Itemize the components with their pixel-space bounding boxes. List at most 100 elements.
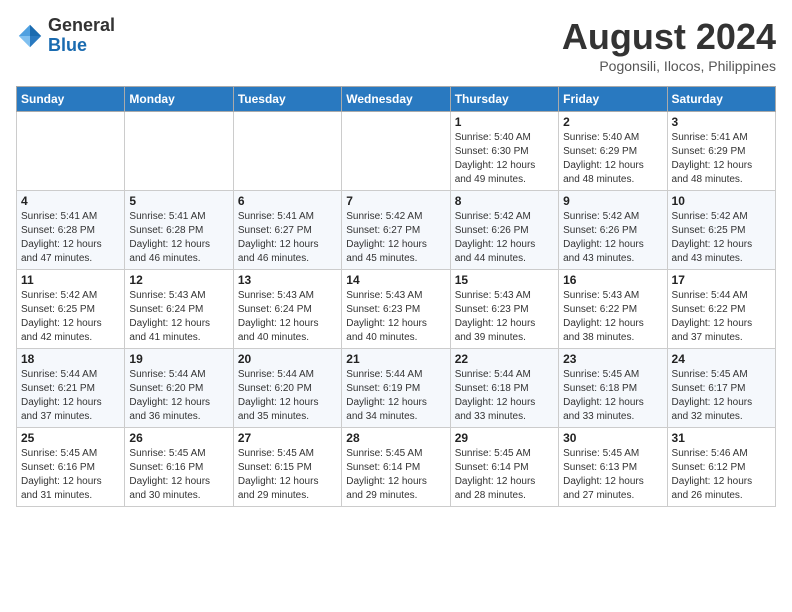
day-info: Sunrise: 5:45 AMSunset: 6:14 PMDaylight:…: [455, 447, 554, 503]
title-block: August 2024 Pogonsili, Ilocos, Philippin…: [562, 16, 776, 74]
day-number: 31: [672, 431, 771, 445]
day-number: 22: [455, 352, 554, 366]
day-info: Sunrise: 5:44 AMSunset: 6:18 PMDaylight:…: [455, 368, 554, 424]
calendar-cell: 6 Sunrise: 5:41 AMSunset: 6:27 PMDaylight…: [233, 191, 341, 270]
day-info: Sunrise: 5:41 AMSunset: 6:27 PMDaylight:…: [238, 210, 337, 266]
calendar-cell: 31 Sunrise: 5:46 AMSunset: 6:12 PMDayligh…: [667, 428, 775, 507]
column-header-wednesday: Wednesday: [342, 87, 450, 112]
column-header-saturday: Saturday: [667, 87, 775, 112]
day-number: 5: [129, 194, 228, 208]
calendar-cell: 10Sunrise: 5:42 AMSunset: 6:25 PMDayligh…: [667, 191, 775, 270]
calendar-cell: 26 Sunrise: 5:45 AMSunset: 6:16 PMDayligh…: [125, 428, 233, 507]
day-info: Sunrise: 5:40 AMSunset: 6:30 PMDaylight:…: [455, 131, 554, 187]
day-info: Sunrise: 5:45 AMSunset: 6:13 PMDaylight:…: [563, 447, 662, 503]
day-number: 27: [238, 431, 337, 445]
day-number: 26: [129, 431, 228, 445]
calendar-cell: [233, 112, 341, 191]
column-header-thursday: Thursday: [450, 87, 558, 112]
column-header-friday: Friday: [559, 87, 667, 112]
calendar-week-row: 1Sunrise: 5:40 AMSunset: 6:30 PMDaylight…: [17, 112, 776, 191]
calendar-week-row: 4Sunrise: 5:41 AMSunset: 6:28 PMDaylight…: [17, 191, 776, 270]
calendar-cell: 5 Sunrise: 5:41 AMSunset: 6:28 PMDaylight…: [125, 191, 233, 270]
day-info: Sunrise: 5:44 AMSunset: 6:21 PMDaylight:…: [21, 368, 120, 424]
calendar-cell: 21 Sunrise: 5:44 AMSunset: 6:19 PMDayligh…: [342, 349, 450, 428]
day-number: 2: [563, 115, 662, 129]
calendar-cell: 19 Sunrise: 5:44 AMSunset: 6:20 PMDayligh…: [125, 349, 233, 428]
calendar-cell: 16 Sunrise: 5:43 AMSunset: 6:22 PMDayligh…: [559, 270, 667, 349]
day-number: 28: [346, 431, 445, 445]
calendar-cell: 17 Sunrise: 5:44 AMSunset: 6:22 PMDayligh…: [667, 270, 775, 349]
day-info: Sunrise: 5:43 AMSunset: 6:24 PMDaylight:…: [129, 289, 228, 345]
logo-blue-text: Blue: [48, 35, 87, 55]
day-number: 13: [238, 273, 337, 287]
day-info: Sunrise: 5:44 AMSunset: 6:20 PMDaylight:…: [129, 368, 228, 424]
day-number: 15: [455, 273, 554, 287]
day-info: Sunrise: 5:42 AMSunset: 6:25 PMDaylight:…: [21, 289, 120, 345]
day-number: 8: [455, 194, 554, 208]
month-year-title: August 2024: [562, 16, 776, 58]
logo: General Blue: [16, 16, 115, 56]
day-number: 3: [672, 115, 771, 129]
day-info: Sunrise: 5:46 AMSunset: 6:12 PMDaylight:…: [672, 447, 771, 503]
logo-general-text: General: [48, 15, 115, 35]
day-info: Sunrise: 5:41 AMSunset: 6:28 PMDaylight:…: [21, 210, 120, 266]
day-info: Sunrise: 5:45 AMSunset: 6:16 PMDaylight:…: [21, 447, 120, 503]
day-number: 12: [129, 273, 228, 287]
day-info: Sunrise: 5:45 AMSunset: 6:17 PMDaylight:…: [672, 368, 771, 424]
day-number: 14: [346, 273, 445, 287]
day-number: 18: [21, 352, 120, 366]
calendar-body: 1Sunrise: 5:40 AMSunset: 6:30 PMDaylight…: [17, 112, 776, 507]
calendar-header-row: SundayMondayTuesdayWednesdayThursdayFrid…: [17, 87, 776, 112]
day-number: 9: [563, 194, 662, 208]
calendar-cell: 29Sunrise: 5:45 AMSunset: 6:14 PMDayligh…: [450, 428, 558, 507]
day-number: 7: [346, 194, 445, 208]
day-number: 23: [563, 352, 662, 366]
calendar-cell: 20 Sunrise: 5:44 AMSunset: 6:20 PMDayligh…: [233, 349, 341, 428]
calendar-cell: 27Sunrise: 5:45 AMSunset: 6:15 PMDayligh…: [233, 428, 341, 507]
column-header-monday: Monday: [125, 87, 233, 112]
day-number: 6: [238, 194, 337, 208]
day-info: Sunrise: 5:45 AMSunset: 6:14 PMDaylight:…: [346, 447, 445, 503]
day-number: 11: [21, 273, 120, 287]
day-info: Sunrise: 5:43 AMSunset: 6:23 PMDaylight:…: [346, 289, 445, 345]
day-number: 20: [238, 352, 337, 366]
calendar-cell: 30 Sunrise: 5:45 AMSunset: 6:13 PMDayligh…: [559, 428, 667, 507]
logo-icon: [16, 22, 44, 50]
calendar-week-row: 25Sunrise: 5:45 AMSunset: 6:16 PMDayligh…: [17, 428, 776, 507]
calendar-cell: 11 Sunrise: 5:42 AMSunset: 6:25 PMDayligh…: [17, 270, 125, 349]
calendar-cell: [125, 112, 233, 191]
calendar-cell: 28 Sunrise: 5:45 AMSunset: 6:14 PMDayligh…: [342, 428, 450, 507]
day-info: Sunrise: 5:41 AMSunset: 6:29 PMDaylight:…: [672, 131, 771, 187]
day-info: Sunrise: 5:44 AMSunset: 6:20 PMDaylight:…: [238, 368, 337, 424]
day-number: 24: [672, 352, 771, 366]
day-number: 17: [672, 273, 771, 287]
day-info: Sunrise: 5:41 AMSunset: 6:28 PMDaylight:…: [129, 210, 228, 266]
day-info: Sunrise: 5:42 AMSunset: 6:26 PMDaylight:…: [563, 210, 662, 266]
day-info: Sunrise: 5:44 AMSunset: 6:22 PMDaylight:…: [672, 289, 771, 345]
calendar-cell: 23 Sunrise: 5:45 AMSunset: 6:18 PMDayligh…: [559, 349, 667, 428]
day-info: Sunrise: 5:44 AMSunset: 6:19 PMDaylight:…: [346, 368, 445, 424]
day-number: 19: [129, 352, 228, 366]
column-header-sunday: Sunday: [17, 87, 125, 112]
day-number: 30: [563, 431, 662, 445]
calendar-cell: 2Sunrise: 5:40 AMSunset: 6:29 PMDaylight…: [559, 112, 667, 191]
column-header-tuesday: Tuesday: [233, 87, 341, 112]
day-number: 16: [563, 273, 662, 287]
calendar-cell: 24 Sunrise: 5:45 AMSunset: 6:17 PMDayligh…: [667, 349, 775, 428]
page-header: General Blue August 2024 Pogonsili, Iloc…: [16, 16, 776, 74]
calendar-cell: 4Sunrise: 5:41 AMSunset: 6:28 PMDaylight…: [17, 191, 125, 270]
calendar-cell: 14 Sunrise: 5:43 AMSunset: 6:23 PMDayligh…: [342, 270, 450, 349]
calendar-cell: 25Sunrise: 5:45 AMSunset: 6:16 PMDayligh…: [17, 428, 125, 507]
calendar-cell: 22 Sunrise: 5:44 AMSunset: 6:18 PMDayligh…: [450, 349, 558, 428]
day-info: Sunrise: 5:42 AMSunset: 6:26 PMDaylight:…: [455, 210, 554, 266]
calendar-table: SundayMondayTuesdayWednesdayThursdayFrid…: [16, 86, 776, 507]
calendar-cell: [342, 112, 450, 191]
day-info: Sunrise: 5:43 AMSunset: 6:22 PMDaylight:…: [563, 289, 662, 345]
calendar-cell: 1Sunrise: 5:40 AMSunset: 6:30 PMDaylight…: [450, 112, 558, 191]
day-number: 21: [346, 352, 445, 366]
day-info: Sunrise: 5:45 AMSunset: 6:18 PMDaylight:…: [563, 368, 662, 424]
day-info: Sunrise: 5:45 AMSunset: 6:16 PMDaylight:…: [129, 447, 228, 503]
day-info: Sunrise: 5:43 AMSunset: 6:24 PMDaylight:…: [238, 289, 337, 345]
calendar-cell: 3 Sunrise: 5:41 AMSunset: 6:29 PMDaylight…: [667, 112, 775, 191]
calendar-cell: 12 Sunrise: 5:43 AMSunset: 6:24 PMDayligh…: [125, 270, 233, 349]
